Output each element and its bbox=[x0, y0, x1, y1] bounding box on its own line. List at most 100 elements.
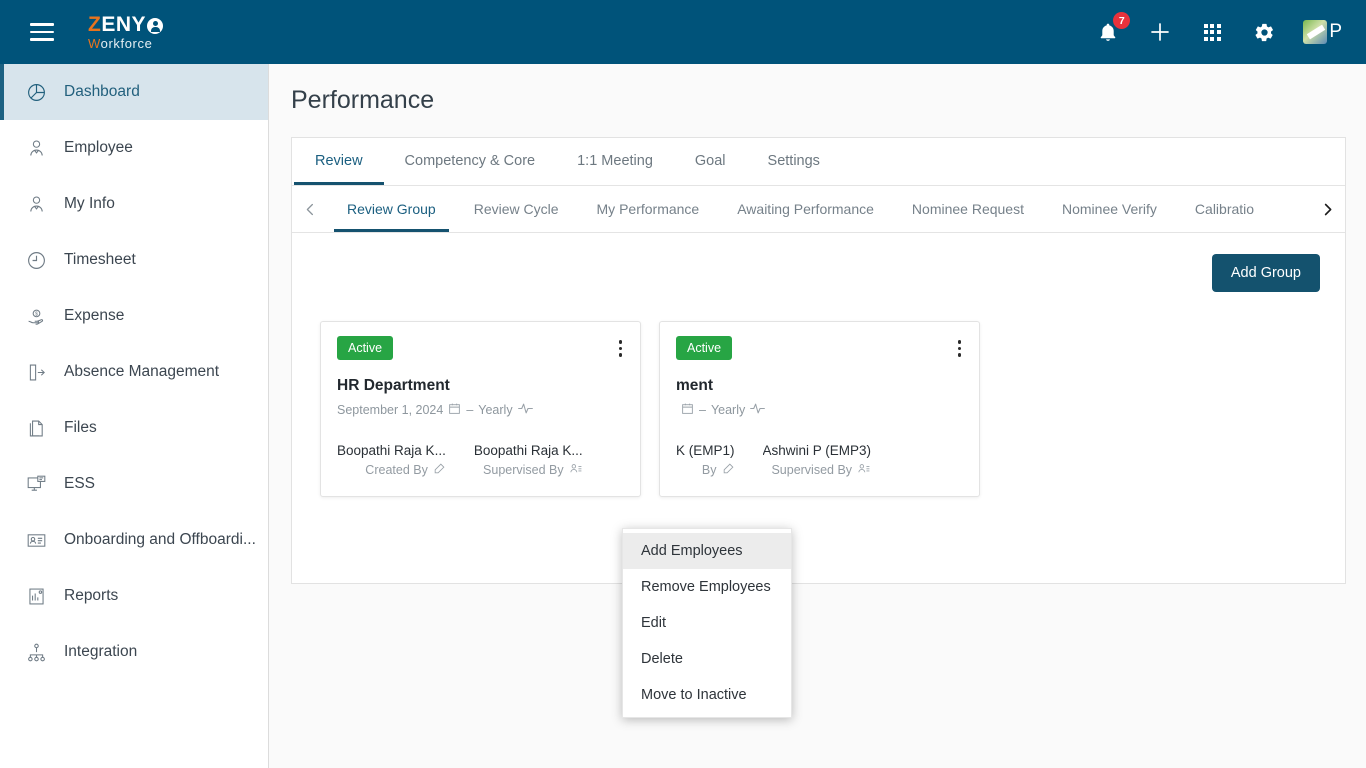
sidebar-item-onboarding-offboarding[interactable]: Onboarding and Offboardi... bbox=[0, 512, 268, 568]
group-card-title: ment bbox=[676, 377, 714, 394]
person-role: Created By bbox=[337, 462, 446, 478]
id-card-icon bbox=[22, 526, 50, 554]
header-actions: 7 P bbox=[1095, 0, 1342, 64]
subtab-my-performance[interactable]: My Performance bbox=[578, 186, 719, 232]
group-card-separator: – bbox=[466, 403, 474, 417]
sidebar-item-label: Reports bbox=[64, 587, 119, 604]
sidebar-item-reports[interactable]: Reports bbox=[0, 568, 268, 624]
sidebar-item-absence-management[interactable]: Absence Management bbox=[0, 344, 268, 400]
brand-logo-z: Z bbox=[88, 13, 102, 36]
subtab-awaiting-performance[interactable]: Awaiting Performance bbox=[718, 186, 893, 232]
avatar-letter: P bbox=[1329, 21, 1342, 42]
sidebar-item-expense[interactable]: $ Expense bbox=[0, 288, 268, 344]
sidebar-item-integration[interactable]: Integration bbox=[0, 624, 268, 680]
notifications-button[interactable]: 7 bbox=[1095, 12, 1131, 45]
calendar-icon bbox=[448, 402, 461, 418]
group-card-meta: September 1, 2024 – Yearly bbox=[337, 402, 624, 418]
menu-item-move-to-inactive[interactable]: Move to Inactive bbox=[623, 677, 791, 713]
tab-settings[interactable]: Settings bbox=[747, 138, 841, 185]
app-header: Z ENY Workforce 7 P bbox=[0, 0, 1366, 64]
person-role: Supervised By bbox=[763, 462, 872, 478]
subtab-review-cycle[interactable]: Review Cycle bbox=[455, 186, 578, 232]
gear-icon[interactable] bbox=[1251, 19, 1277, 45]
subtab-calibration[interactable]: Calibratio bbox=[1176, 186, 1273, 232]
chevron-right-icon[interactable] bbox=[1309, 186, 1345, 232]
frequency-pulse-icon bbox=[517, 402, 533, 418]
person-role-label: By bbox=[701, 463, 717, 477]
sidebar-item-dashboard[interactable]: Dashboard bbox=[0, 64, 268, 120]
sidebar-item-label: Employee bbox=[64, 139, 133, 156]
supervisor-icon bbox=[857, 462, 871, 478]
my-info-icon bbox=[22, 190, 50, 218]
subtab-nominee-request[interactable]: Nominee Request bbox=[893, 186, 1043, 232]
group-card-title: HR Department bbox=[337, 377, 450, 394]
group-card-frequency: Yearly bbox=[710, 403, 746, 417]
hamburger-icon[interactable] bbox=[14, 0, 70, 64]
brand-person-icon bbox=[147, 17, 164, 34]
menu-item-edit[interactable]: Edit bbox=[623, 605, 791, 641]
sidebar-item-label: Onboarding and Offboardi... bbox=[64, 531, 256, 548]
card-kebab-menu-icon[interactable] bbox=[614, 338, 628, 359]
tab-goal[interactable]: Goal bbox=[674, 138, 747, 185]
secondary-tabs-strip: Review Group Review Cycle My Performance… bbox=[328, 186, 1309, 232]
group-card-separator: – bbox=[699, 403, 706, 417]
person-name: Boopathi Raja K... bbox=[337, 443, 446, 458]
brand-logo-eny: ENY bbox=[101, 13, 147, 36]
door-exit-icon bbox=[22, 358, 50, 386]
page-title: Performance bbox=[291, 86, 435, 114]
ess-monitor-icon bbox=[22, 470, 50, 498]
chevron-left-icon[interactable] bbox=[292, 186, 328, 232]
panel-body: Add Group Active HR Department September… bbox=[292, 233, 1345, 718]
avatar[interactable]: P bbox=[1303, 20, 1342, 44]
person-role-label: Supervised By bbox=[483, 463, 564, 477]
person-role-label: Supervised By bbox=[771, 463, 853, 477]
sidebar-item-label: Expense bbox=[64, 307, 125, 324]
group-card[interactable]: Active ment – Yearly K (EMP1) By Ashwini… bbox=[659, 321, 980, 497]
sidebar-item-employee[interactable]: Employee bbox=[0, 120, 268, 176]
sidebar-item-timesheet[interactable]: Timesheet bbox=[0, 232, 268, 288]
brand-logo[interactable]: Z ENY Workforce bbox=[88, 13, 164, 51]
pie-chart-icon bbox=[22, 78, 50, 106]
brand-sub-first: W bbox=[88, 36, 101, 51]
svg-text:$: $ bbox=[35, 311, 38, 317]
sidebar-item-ess[interactable]: ESS bbox=[0, 456, 268, 512]
person-created-by: Boopathi Raja K... Created By bbox=[337, 443, 446, 478]
sidebar-item-my-info[interactable]: My Info bbox=[0, 176, 268, 232]
subtab-nominee-verify[interactable]: Nominee Verify bbox=[1043, 186, 1176, 232]
card-kebab-menu-icon[interactable] bbox=[953, 338, 967, 359]
edit-icon bbox=[433, 462, 446, 478]
group-card-people: K (EMP1) By Ashwini P (EMP3) Supervised … bbox=[676, 443, 963, 478]
status-badge: Active bbox=[676, 336, 733, 360]
group-card-people: Boopathi Raja K... Created By Boopathi R… bbox=[337, 443, 624, 478]
tab-review[interactable]: Review bbox=[294, 138, 384, 185]
menu-item-delete[interactable]: Delete bbox=[623, 641, 791, 677]
add-group-button[interactable]: Add Group bbox=[1211, 254, 1320, 292]
notification-count-badge: 7 bbox=[1113, 12, 1131, 29]
menu-item-remove-employees[interactable]: Remove Employees bbox=[623, 569, 791, 605]
brand-logo-top: Z ENY bbox=[88, 13, 164, 36]
sidebar-item-label: Files bbox=[64, 419, 97, 436]
main-content: Performance Review Competency & Core 1:1… bbox=[269, 64, 1366, 768]
avatar-image bbox=[1303, 20, 1328, 44]
apps-grid-icon[interactable] bbox=[1199, 19, 1225, 45]
card-context-menu: Add Employees Remove Employees Edit Dele… bbox=[622, 528, 792, 718]
plus-icon[interactable] bbox=[1147, 19, 1173, 45]
sidebar-item-files[interactable]: Files bbox=[0, 400, 268, 456]
tab-competency-core[interactable]: Competency & Core bbox=[384, 138, 557, 185]
tab-one-on-one-meeting[interactable]: 1:1 Meeting bbox=[556, 138, 674, 185]
edit-icon bbox=[722, 462, 735, 478]
sidebar-item-label: My Info bbox=[64, 195, 115, 212]
calendar-icon bbox=[681, 402, 694, 418]
sidebar-item-label: ESS bbox=[64, 475, 96, 492]
subtab-review-group[interactable]: Review Group bbox=[328, 186, 455, 232]
group-card[interactable]: Active HR Department September 1, 2024 –… bbox=[320, 321, 641, 497]
brand-sub-rest: orkforce bbox=[100, 36, 153, 51]
person-supervised-by: Boopathi Raja K... Supervised By bbox=[474, 443, 583, 478]
reports-icon bbox=[22, 582, 50, 610]
menu-item-add-employees[interactable]: Add Employees bbox=[623, 533, 791, 569]
frequency-pulse-icon bbox=[750, 402, 766, 418]
supervisor-icon bbox=[569, 462, 583, 478]
person-name: K (EMP1) bbox=[676, 443, 735, 458]
status-badge: Active bbox=[337, 336, 394, 360]
secondary-tabs: Review Group Review Cycle My Performance… bbox=[292, 186, 1345, 233]
